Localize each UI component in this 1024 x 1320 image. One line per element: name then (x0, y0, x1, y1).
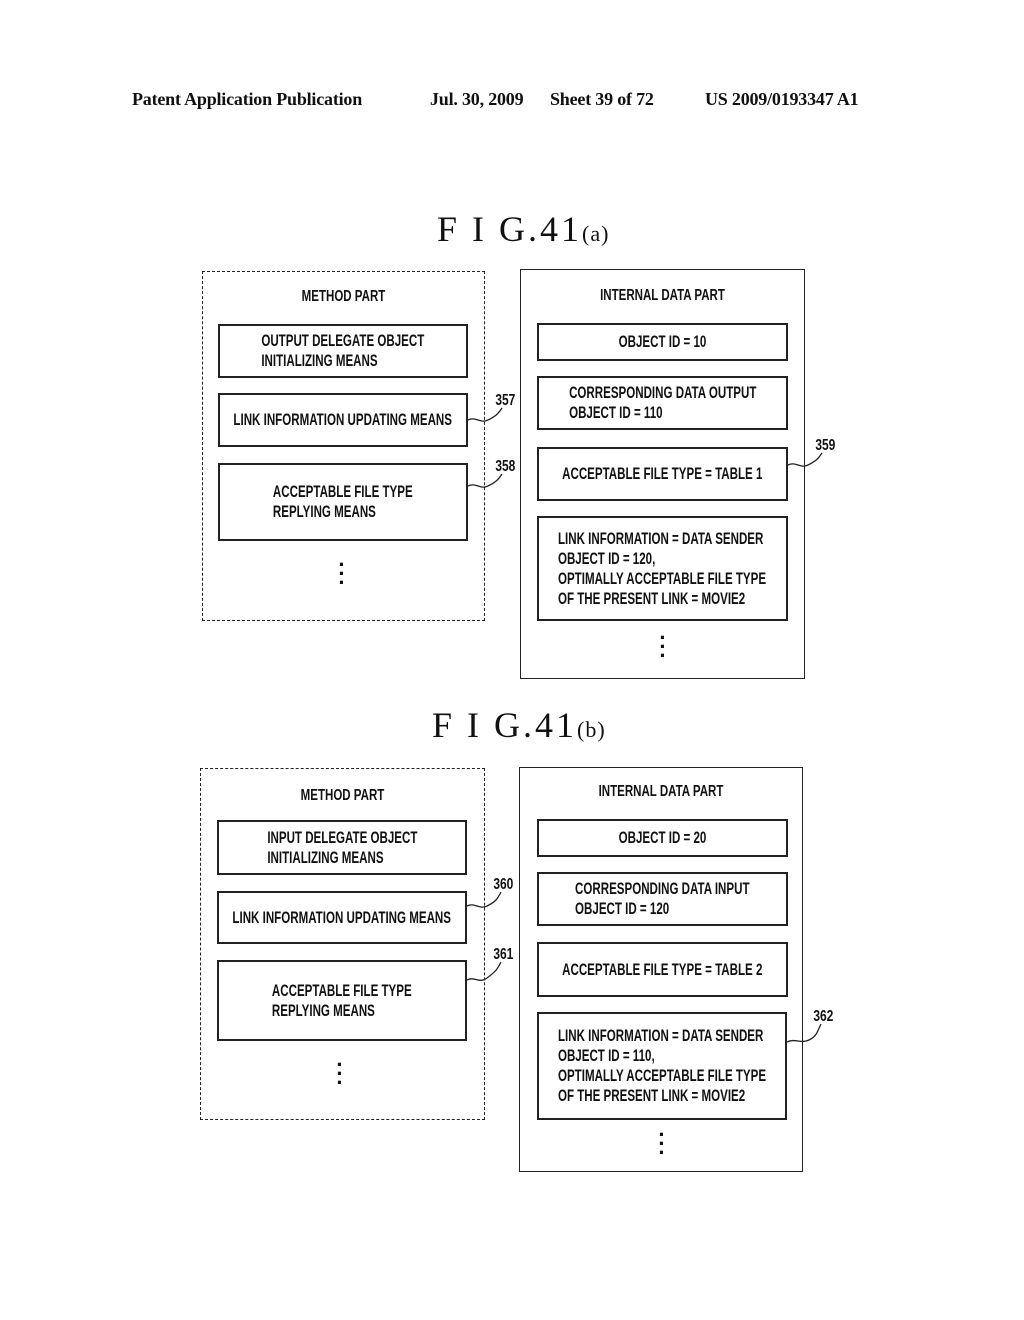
link-info-updating-box: LINK INFORMATION UPDATING MEANS (218, 393, 468, 447)
leader-line-361 (466, 961, 502, 981)
patent-number: US 2009/0193347 A1 (705, 89, 859, 109)
continuation-dots: · · · (336, 1052, 344, 1095)
internal-data-part-title: INTERNAL DATA PART (600, 287, 725, 304)
method-part-title: METHOD PART (300, 787, 385, 804)
file-type-replying-box: ACCEPTABLE FILE TYPE REPLYING MEANS (218, 463, 468, 541)
publication-label: Patent Application Publication (132, 89, 363, 109)
acceptable-file-type-box: ACCEPTABLE FILE TYPE = TABLE 1 (537, 447, 788, 501)
leader-line-360 (466, 891, 502, 908)
figure-number: F I G.41 (437, 209, 583, 249)
leader-line-359 (787, 452, 823, 467)
corresponding-object-box: CORRESPONDING DATA INPUT OBJECT ID = 120 (537, 872, 788, 926)
figure-number: F I G.41 (432, 705, 578, 745)
output-delegate-initializing-box: OUTPUT DELEGATE OBJECT INITIALIZING MEAN… (218, 324, 468, 378)
link-information-box: LINK INFORMATION = DATA SENDER OBJECT ID… (537, 516, 788, 621)
publication-date: Jul. 30, 2009 (430, 89, 524, 109)
leader-line-357 (467, 407, 503, 422)
object-id-box: OBJECT ID = 10 (537, 323, 788, 361)
continuation-dots: · · · (658, 1122, 666, 1165)
method-part-title: METHOD PART (301, 288, 386, 305)
internal-data-part-title: INTERNAL DATA PART (598, 783, 724, 800)
figure-suffix: (b) (577, 717, 606, 742)
leader-line-358 (467, 473, 503, 488)
leader-line-362 (786, 1023, 822, 1043)
link-information-box: LINK INFORMATION = DATA SENDER OBJECT ID… (537, 1012, 787, 1120)
figure-title-a: F I G.41(a) (437, 208, 609, 250)
acceptable-file-type-box: ACCEPTABLE FILE TYPE = TABLE 2 (537, 942, 788, 997)
file-type-replying-box: ACCEPTABLE FILE TYPE REPLYING MEANS (217, 960, 467, 1041)
figure-suffix: (a) (582, 221, 610, 246)
figure-title-b: F I G.41(b) (432, 704, 606, 746)
link-info-updating-box: LINK INFORMATION UPDATING MEANS (217, 891, 467, 944)
input-delegate-initializing-box: INPUT DELEGATE OBJECT INITIALIZING MEANS (217, 820, 467, 875)
continuation-dots: · · · (659, 625, 667, 668)
continuation-dots: · · · (338, 552, 346, 595)
object-id-box: OBJECT ID = 20 (537, 819, 788, 857)
corresponding-object-box: CORRESPONDING DATA OUTPUT OBJECT ID = 11… (537, 376, 788, 430)
sheet-number: Sheet 39 of 72 (550, 89, 654, 109)
